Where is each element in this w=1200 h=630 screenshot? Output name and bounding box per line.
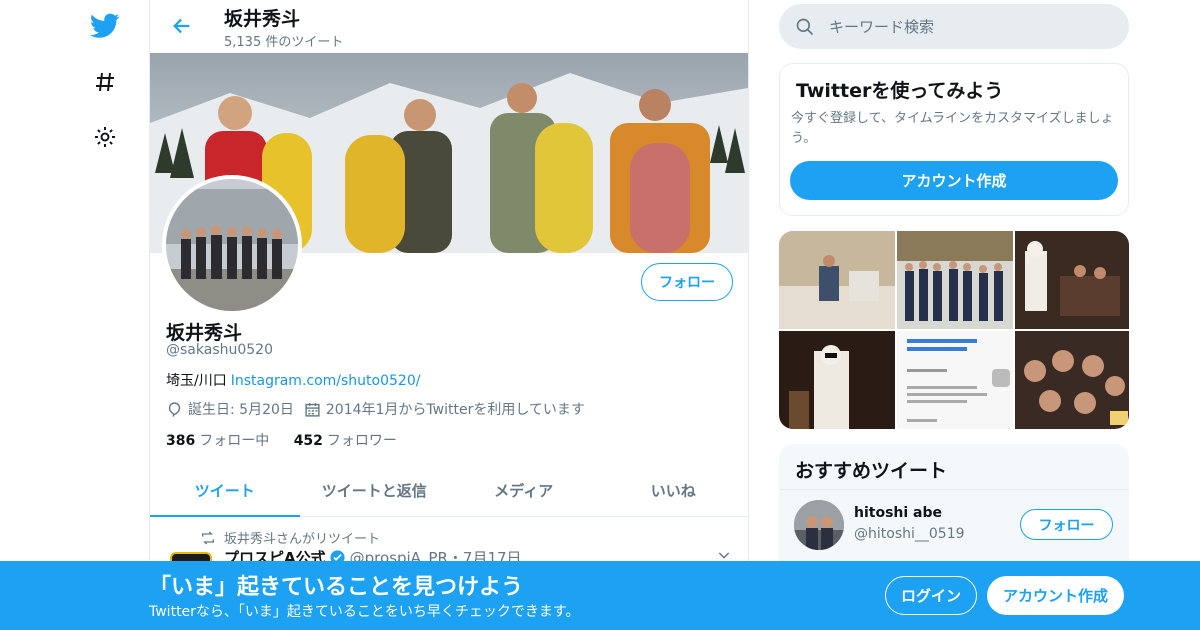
following-count: 386 — [166, 433, 196, 449]
signup-card-title: Twitterを使ってみよう — [796, 80, 1004, 102]
bottom-bar-subtitle: Twitterなら、「いま」起きていることをいち早くチェックできます。 — [149, 604, 580, 620]
recommended-follow-button[interactable]: フォロー — [1020, 509, 1113, 540]
tweet-count: 5,135 件のツイート — [224, 35, 344, 50]
bottom-signup-bar: 「いま」起きていることを見つけよう Twitterなら、「いま」起きていることを… — [0, 561, 1200, 630]
tab-tweets[interactable]: ツイート — [150, 464, 300, 517]
recommended-title: おすすめツイート — [795, 460, 948, 482]
profile-stats: 386 フォロー中 452 フォロワー — [166, 430, 417, 450]
followers-label: フォロワー — [326, 433, 397, 449]
retweet-icon — [202, 531, 214, 544]
profile-bio: 埼玉/川口 Instagram.com/shuto0520/ — [166, 370, 420, 390]
profile-avatar[interactable] — [162, 175, 302, 315]
signup-card: Twitterを使ってみよう 今すぐ登録して、タイムラインをカスタマイズしましょ… — [779, 63, 1129, 216]
bottom-bar-title: 「いま」起きていることを見つけよう — [149, 575, 524, 600]
profile-meta: 誕生日: 5月20日 2014年1月からTwitterを利用しています — [166, 399, 595, 419]
tab-media[interactable]: メディア — [449, 464, 599, 516]
create-account-button[interactable]: アカウント作成 — [790, 161, 1118, 200]
hashtag-icon[interactable] — [88, 65, 122, 99]
followers-count: 452 — [293, 433, 323, 449]
profile-tabs: ツイート ツイートと返信 メディア いいね — [150, 464, 748, 517]
signup-card-desc: 今すぐ登録して、タイムラインをカスタマイズしましょう。 — [791, 111, 1114, 146]
following-label: フォロー中 — [199, 433, 270, 449]
profile-birthday: 誕生日: 5月20日 — [188, 402, 294, 418]
photo-grid — [779, 231, 1129, 429]
tab-likes[interactable]: いいね — [599, 464, 749, 516]
signup-button[interactable]: アカウント作成 — [987, 576, 1124, 615]
profile-header-bar: 坂井秀斗 5,135 件のツイート — [150, 0, 748, 53]
following-link[interactable]: 386 フォロー中 — [166, 433, 269, 449]
recommended-user-handle: @hitoshi__0519 — [854, 526, 965, 542]
calendar-icon — [305, 402, 320, 417]
balloon-icon — [168, 401, 181, 417]
recommended-user-avatar[interactable] — [794, 500, 844, 550]
main-column: 坂井秀斗 5,135 件のツイート フォロー 坂井秀斗 @sakashu0520… — [149, 0, 749, 630]
search-placeholder: キーワード検索 — [829, 18, 935, 36]
twitter-logo-icon[interactable] — [88, 9, 122, 43]
login-button[interactable]: ログイン — [885, 576, 977, 615]
recommended-user-name[interactable]: hitoshi abe — [854, 505, 942, 521]
profile-handle: @sakashu0520 — [166, 342, 273, 358]
search-input[interactable]: キーワード検索 — [779, 4, 1129, 49]
photo-thumbnail[interactable] — [897, 331, 1013, 429]
photo-thumbnail[interactable] — [1015, 231, 1129, 329]
back-arrow-icon[interactable] — [166, 10, 198, 42]
profile-link[interactable]: Instagram.com/shuto0520/ — [231, 373, 421, 389]
photo-thumbnail[interactable] — [779, 231, 895, 329]
divider — [779, 489, 1129, 490]
page-title: 坂井秀斗 — [224, 8, 301, 30]
search-icon — [796, 18, 814, 35]
photo-thumbnail[interactable] — [779, 331, 895, 429]
photo-thumbnail[interactable] — [897, 231, 1013, 329]
profile-location: 埼玉/川口 — [166, 373, 227, 389]
follow-button[interactable]: フォロー — [641, 263, 733, 301]
followers-link[interactable]: 452 フォロワー — [294, 433, 397, 449]
retweet-text: 坂井秀斗さんがリツイート — [224, 532, 381, 547]
retweet-indicator: 坂井秀斗さんがリツイート — [200, 528, 380, 547]
tab-tweets-replies[interactable]: ツイートと返信 — [300, 464, 450, 516]
page: 坂井秀斗 5,135 件のツイート フォロー 坂井秀斗 @sakashu0520… — [0, 0, 1200, 630]
photo-thumbnail[interactable] — [1015, 331, 1129, 429]
gear-icon[interactable] — [88, 120, 122, 154]
profile-name: 坂井秀斗 — [166, 322, 243, 344]
profile-joined: 2014年1月からTwitterを利用しています — [325, 402, 585, 418]
